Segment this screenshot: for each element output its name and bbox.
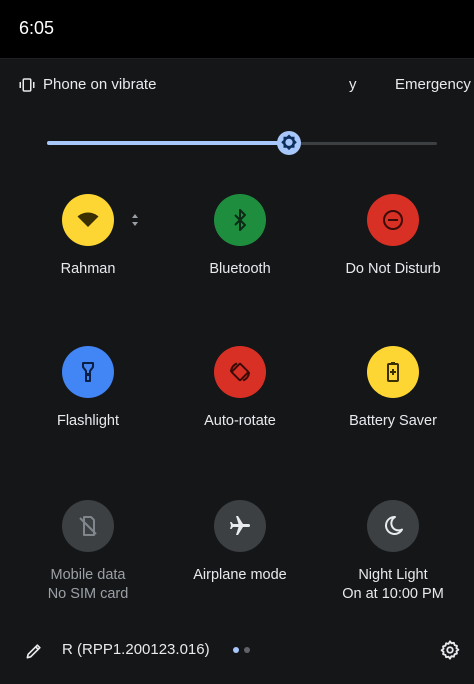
page-dot[interactable] (233, 647, 239, 653)
tile-wifi[interactable]: Rahman (13, 194, 163, 314)
tile-bluetooth[interactable]: Bluetooth (165, 194, 315, 314)
mobile-data-off-icon (76, 514, 100, 538)
bluetooth-icon (228, 208, 252, 232)
tile-label: Rahman (60, 261, 116, 277)
tile-sublabel: On at 10:00 PM (342, 586, 444, 602)
tile-night-light[interactable]: Night Light On at 10:00 PM (318, 500, 468, 620)
tile-do-not-disturb[interactable]: Do Not Disturb (318, 194, 468, 314)
carrier-label: y (349, 76, 357, 93)
tile-button[interactable] (367, 194, 419, 246)
tile-flashlight[interactable]: Flashlight (13, 346, 163, 466)
status-bar: 6:05 (0, 0, 474, 58)
night-light-icon (381, 514, 405, 538)
tile-battery-saver[interactable]: Battery Saver (318, 346, 468, 466)
brightness-fill (47, 141, 289, 145)
airplane-icon (228, 514, 252, 538)
data-activity-icon (132, 214, 138, 226)
tile-button[interactable] (214, 500, 266, 552)
auto-rotate-icon (228, 360, 252, 384)
wifi-icon (76, 208, 100, 232)
brightness-icon[interactable] (276, 130, 302, 156)
page-dot[interactable] (244, 647, 250, 653)
vibrate-icon (19, 78, 35, 92)
tile-label: Bluetooth (209, 261, 271, 277)
tile-button[interactable] (214, 346, 266, 398)
vibrate-status[interactable]: Phone on vibrate (43, 76, 156, 93)
emergency-button[interactable]: Emergency (395, 76, 471, 93)
flashlight-icon (76, 360, 100, 384)
battery-saver-icon (381, 360, 405, 384)
quick-settings-panel: Phone on vibrate y Emergency Rahman Bluet… (0, 58, 474, 684)
edit-icon[interactable] (24, 641, 44, 661)
tile-label: Airplane mode (193, 567, 287, 583)
settings-icon[interactable] (439, 639, 461, 661)
tile-label: Flashlight (56, 413, 120, 429)
status-time: 6:05 (19, 18, 55, 38)
tile-button[interactable] (62, 346, 114, 398)
build-number: R (RPP1.200123.016) (62, 641, 210, 658)
quick-settings-shade: 6:05 Phone on vibrate y Emergency Rahman… (0, 0, 474, 684)
tile-label: Do Not Disturb (345, 261, 441, 277)
tile-button[interactable] (62, 500, 114, 552)
tile-auto-rotate[interactable]: Auto-rotate (165, 346, 315, 466)
tile-label: Mobile data (50, 567, 126, 583)
tile-label: Battery Saver (349, 413, 437, 429)
tile-airplane[interactable]: Airplane mode (165, 500, 315, 620)
tile-mobile-data-off[interactable]: Mobile data No SIM card (13, 500, 163, 620)
do-not-disturb-icon (381, 208, 405, 232)
tile-label: Night Light (358, 567, 428, 583)
tile-button[interactable] (214, 194, 266, 246)
tile-label: Auto-rotate (204, 413, 276, 429)
tile-button[interactable] (367, 500, 419, 552)
tile-button[interactable] (367, 346, 419, 398)
tile-button[interactable] (62, 194, 114, 246)
tile-sublabel: No SIM card (47, 586, 129, 602)
brightness-slider[interactable] (47, 131, 437, 155)
